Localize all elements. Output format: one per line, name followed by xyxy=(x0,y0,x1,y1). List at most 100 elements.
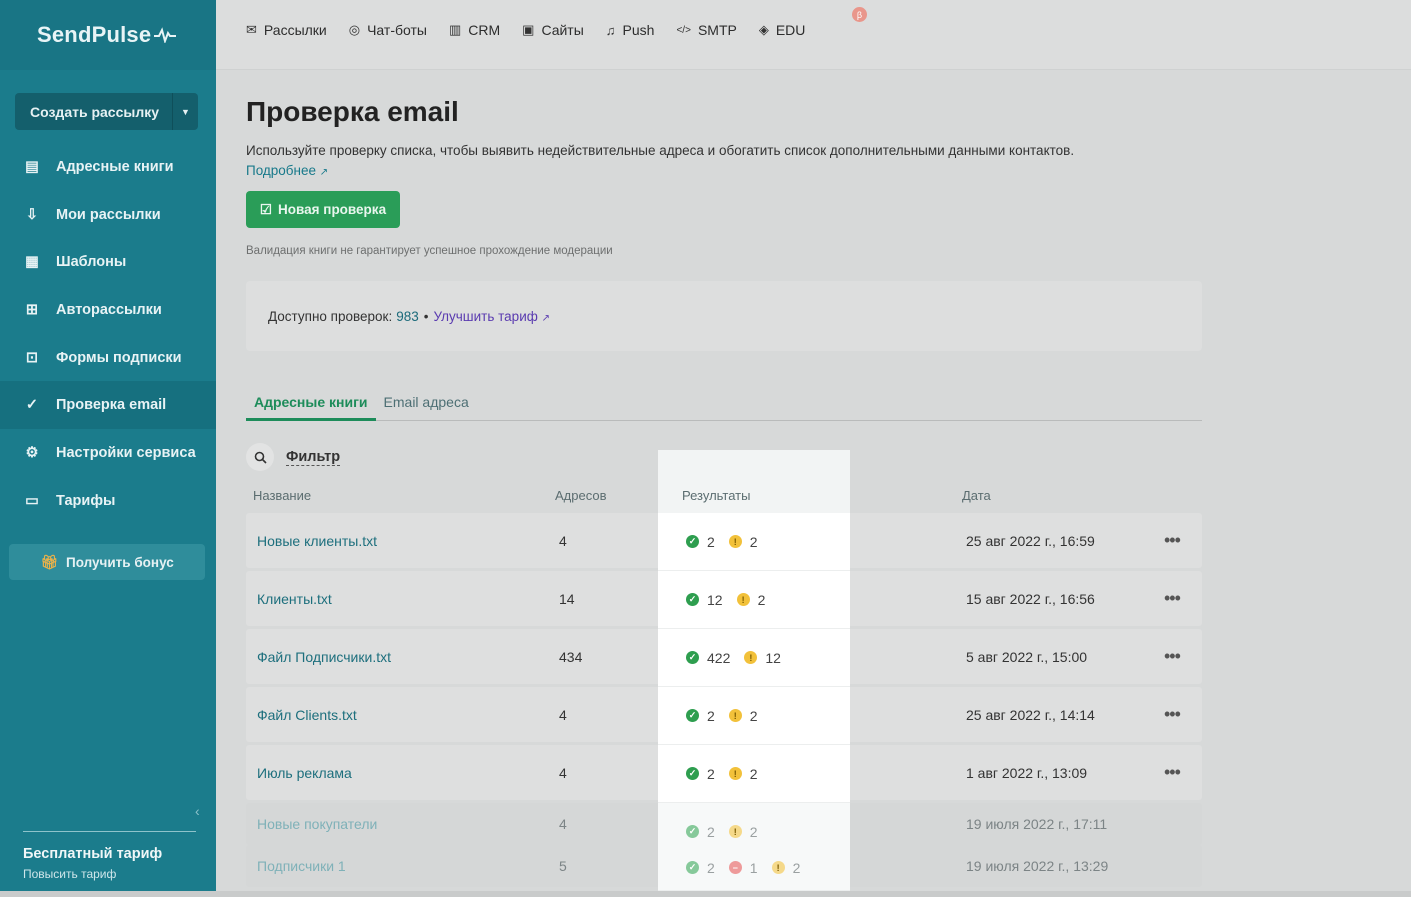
external-link-icon: ↗ xyxy=(541,312,550,324)
sidebar-item-label: Авторассылки xyxy=(56,301,162,318)
top-nav-item-2[interactable]: ▥ CRM xyxy=(449,22,500,38)
tab-address-books[interactable]: Адресные книги xyxy=(246,383,376,421)
top-nav-item-6[interactable]: ◈ EDU xyxy=(759,22,806,38)
book-name-link[interactable]: Июль реклама xyxy=(257,745,352,800)
quota-panel: Доступно проверок: 983 • Улучшить тариф … xyxy=(246,281,1202,351)
upgrade-tariff-link[interactable]: Улучшить тариф ↗ xyxy=(433,309,550,324)
bottom-strip xyxy=(0,891,1411,897)
invalid-result: −1 xyxy=(728,860,758,876)
risky-count: 2 xyxy=(792,859,801,876)
upgrade-plan-link[interactable]: Повысить тариф xyxy=(23,867,116,881)
collapse-sidebar-icon[interactable]: ‹ xyxy=(195,803,200,819)
sidebar-item-5[interactable]: ✓ Проверка email xyxy=(0,381,216,430)
results-cell[interactable]: ✓ 2! 2 xyxy=(658,687,850,745)
check-date: 19 июля 2022 г., 17:11 xyxy=(966,816,1108,832)
risky-icon: ! xyxy=(771,861,785,874)
top-nav-label: Сайты xyxy=(541,22,584,38)
create-campaign-button[interactable]: Создать рассылку ▼ xyxy=(15,93,198,130)
top-nav-label: Рассылки xyxy=(263,22,327,38)
column-header-results[interactable]: Результаты xyxy=(682,488,750,503)
mail-icon: ✉ xyxy=(246,22,257,37)
site-icon: ▣ xyxy=(522,22,535,37)
get-bonus-label: Получить бонус xyxy=(66,554,174,570)
column-header-name[interactable]: Название xyxy=(253,488,311,503)
top-nav-label: SMTP xyxy=(697,22,737,38)
chevron-down-icon[interactable]: ▼ xyxy=(172,93,198,130)
risky-result: ! 2 xyxy=(728,534,758,550)
results-cell[interactable]: ✓ 2! 2 xyxy=(658,745,850,803)
valid-result: ✓ 2 xyxy=(686,860,715,876)
results-cell[interactable]: ✓ 422! 12 xyxy=(658,629,850,687)
sidebar-item-4[interactable]: ⊡ Формы подписки xyxy=(0,334,216,382)
valid-icon: ✓ xyxy=(686,767,699,780)
sidebar-item-label: Мои рассылки xyxy=(56,206,161,223)
address-count: 434 xyxy=(559,648,583,665)
sidebar-item-2[interactable]: ▦ Шаблоны xyxy=(0,238,216,286)
check-date: 25 авг 2022 г., 14:14 xyxy=(966,706,1095,723)
filter-label[interactable]: Фильтр xyxy=(286,449,341,466)
results-cell[interactable]: ✓ 12 ! 2 xyxy=(658,571,850,629)
sidebar-item-1[interactable]: ⇩ Мои рассылки xyxy=(0,191,216,239)
top-nav-item-0[interactable]: ✉ Рассылки xyxy=(246,22,327,38)
column-header-date[interactable]: Дата xyxy=(962,488,991,503)
sidebar: SendPulse Создать рассылку ▼ ▤ Адресные к… xyxy=(0,0,216,891)
more-link[interactable]: Подробнее ↗ xyxy=(246,163,328,178)
column-header-count[interactable]: Адресов xyxy=(555,488,607,503)
results-cell[interactable]: ✓ 2 −1! 2 xyxy=(658,845,850,891)
address-count: 5 xyxy=(559,858,567,874)
sidebar-item-0[interactable]: ▤ Адресные книги xyxy=(0,143,216,191)
divider xyxy=(23,831,196,832)
book-name-link[interactable]: Клиенты.txt xyxy=(257,571,332,626)
row-menu-icon[interactable]: ••• xyxy=(1164,745,1181,800)
external-link-icon: ↗ xyxy=(319,167,329,178)
valid-count: 2 xyxy=(707,823,715,840)
risky-icon: ! xyxy=(744,651,758,664)
tariff-icon: ▭ xyxy=(25,492,39,509)
row-menu-icon[interactable]: ••• xyxy=(1164,513,1181,568)
valid-count: 12 xyxy=(707,591,723,608)
book-icon: ▤ xyxy=(25,158,39,175)
row-menu-icon[interactable]: ••• xyxy=(1164,687,1181,742)
valid-result: ✓ 12 xyxy=(686,592,723,608)
risky-result: ! 12 xyxy=(744,650,781,666)
filter[interactable]: Фильтр xyxy=(246,443,341,471)
plan-title: Бесплатный тариф xyxy=(23,846,163,862)
valid-result: ✓ 2 xyxy=(686,824,715,840)
sidebar-item-label: Формы подписки xyxy=(56,349,182,366)
valid-icon: ✓ xyxy=(686,535,699,548)
row-menu-icon[interactable]: ••• xyxy=(1164,629,1181,684)
top-nav-label: EDU xyxy=(775,22,806,38)
risky-result: ! 2 xyxy=(728,824,758,840)
results-cell[interactable]: ✓ 2! 2 xyxy=(658,513,850,571)
search-icon[interactable] xyxy=(246,443,274,471)
book-name-link[interactable]: Файл Подписчики.txt xyxy=(257,629,391,684)
top-nav-item-1[interactable]: ◎ Чат-боты xyxy=(349,22,427,38)
logo[interactable]: SendPulse xyxy=(0,0,216,70)
top-nav-item-3[interactable]: ▣ Сайты xyxy=(522,22,584,38)
bell-icon: ♫ xyxy=(605,22,616,38)
risky-result: ! 2 xyxy=(736,592,765,608)
risky-icon: ! xyxy=(736,593,750,606)
sidebar-item-7[interactable]: ▭ Тарифы xyxy=(0,477,216,525)
upgrade-tariff-label: Улучшить тариф xyxy=(433,308,538,324)
valid-icon: ✓ xyxy=(686,709,699,722)
top-nav-item-5[interactable]: </> SMTP xyxy=(676,22,736,38)
top-nav: ✉ Рассылки ◎ Чат-боты ▥ CRM ▣ Сайты ♫ Push </> SMTP… xyxy=(246,22,805,38)
row-menu-icon[interactable]: ••• xyxy=(1164,571,1181,626)
graduation-icon: ◈ xyxy=(758,22,769,37)
book-name-link[interactable]: Подписчики 1 xyxy=(257,845,346,887)
tab-email-addresses[interactable]: Email адреса xyxy=(376,383,477,421)
template-icon: ▦ xyxy=(25,254,39,271)
new-check-button[interactable]: ☑ Новая проверка xyxy=(246,191,400,228)
beta-badge: β xyxy=(852,7,867,22)
book-name-link[interactable]: Новые клиенты.txt xyxy=(257,513,377,568)
risky-count: 2 xyxy=(749,707,758,724)
risky-count: 2 xyxy=(749,765,758,782)
book-name-link[interactable]: Новые покупатели xyxy=(257,803,377,845)
get-bonus-button[interactable]: 🎁︎ Получить бонус xyxy=(9,544,205,580)
check-date: 1 авг 2022 г., 13:09 xyxy=(966,764,1088,781)
book-name-link[interactable]: Файл Clients.txt xyxy=(257,687,357,742)
top-nav-item-4[interactable]: ♫ Push xyxy=(606,22,655,38)
sidebar-item-6[interactable]: ⚙ Настройки сервиса xyxy=(0,429,216,477)
sidebar-item-3[interactable]: ⊞ Авторассылки xyxy=(0,286,216,334)
